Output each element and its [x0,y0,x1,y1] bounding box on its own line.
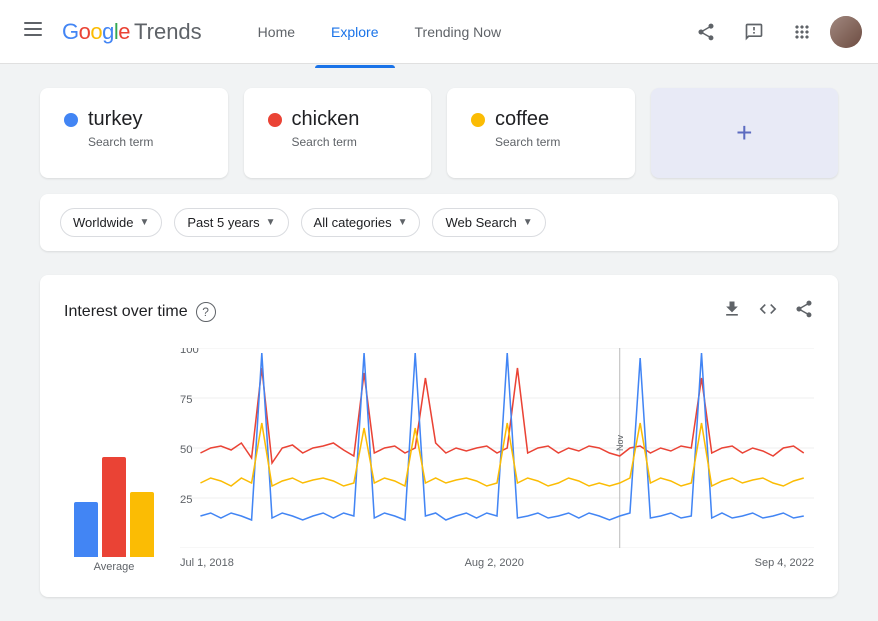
search-card-coffee[interactable]: coffee Search term [447,88,635,178]
svg-text:Nov: Nov [615,435,625,451]
filter-location-label: Worldwide [73,215,133,230]
card-label-coffee: Search term [495,135,611,149]
line-chart-svg: 100 75 50 25 Nov [180,348,814,548]
add-search-card[interactable]: + [651,88,839,178]
bars [74,437,154,557]
filter-location[interactable]: Worldwide ▼ [60,208,162,237]
header: Google Trends Home Explore Trending Now [0,0,878,64]
bar-turkey [74,502,98,557]
share-chart-button[interactable] [794,299,814,324]
apps-button[interactable] [782,12,822,52]
download-button[interactable] [722,299,742,324]
nav-home[interactable]: Home [242,16,311,48]
embed-button[interactable] [758,299,778,324]
filter-time-label: Past 5 years [187,215,259,230]
nav-explore[interactable]: Explore [315,16,394,48]
filter-type[interactable]: Web Search ▼ [432,208,545,237]
line-chart-area: 100 75 50 25 Nov Jul 1, 2018 [180,348,814,573]
hamburger-icon[interactable] [16,12,50,51]
svg-text:50: 50 [180,444,192,456]
chart-section: Interest over time ? [40,275,838,597]
chart-title-group: Interest over time ? [64,302,216,322]
search-card-chicken[interactable]: chicken Search term [244,88,432,178]
color-dot-turkey [64,113,78,127]
logo[interactable]: Google Trends [62,19,202,45]
logo-text: Google [62,19,130,45]
x-label-3: Sep 4, 2022 [755,557,814,569]
bar-coffee [130,492,154,557]
filter-category[interactable]: All categories ▼ [301,208,421,237]
filters-row: Worldwide ▼ Past 5 years ▼ All categorie… [40,194,838,251]
help-label: ? [202,305,209,319]
card-label-chicken: Search term [292,135,408,149]
nav-trending[interactable]: Trending Now [399,16,518,48]
card-term-chicken: chicken [292,108,360,131]
card-header-coffee: coffee [471,108,611,131]
feedback-button[interactable] [734,12,774,52]
average-bar-chart: Average [64,437,164,573]
svg-text:25: 25 [180,494,192,506]
card-term-coffee: coffee [495,108,549,131]
color-dot-coffee [471,113,485,127]
chart-actions [722,299,814,324]
x-label-2: Aug 2, 2020 [465,557,524,569]
main-nav: Home Explore Trending Now [242,16,517,48]
header-left: Google Trends [16,12,202,51]
avatar[interactable] [830,16,862,48]
search-cards-container: turkey Search term chicken Search term c… [40,88,838,178]
bar-chart-label: Average [94,561,135,573]
chevron-down-icon: ▼ [139,217,149,228]
chart-x-labels: Jul 1, 2018 Aug 2, 2020 Sep 4, 2022 [180,553,814,573]
card-label-turkey: Search term [88,135,204,149]
x-label-1: Jul 1, 2018 [180,557,234,569]
chart-title: Interest over time [64,303,188,321]
svg-text:100: 100 [180,348,199,356]
card-header-turkey: turkey [64,108,204,131]
search-card-turkey[interactable]: turkey Search term [40,88,228,178]
svg-text:75: 75 [180,394,192,406]
main-content: turkey Search term chicken Search term c… [0,64,878,621]
add-icon: + [736,117,752,149]
help-icon[interactable]: ? [196,302,216,322]
header-actions [686,12,862,52]
logo-trends-text: Trends [134,19,202,45]
card-term-turkey: turkey [88,108,142,131]
chevron-down-icon: ▼ [398,217,408,228]
color-dot-chicken [268,113,282,127]
chart-header: Interest over time ? [64,299,814,324]
filter-type-label: Web Search [445,215,516,230]
chevron-down-icon: ▼ [266,217,276,228]
bar-chicken [102,457,126,557]
filter-category-label: All categories [314,215,392,230]
chart-container: Average 100 75 50 25 [64,348,814,573]
card-header-chicken: chicken [268,108,408,131]
share-button[interactable] [686,12,726,52]
chevron-down-icon: ▼ [523,217,533,228]
filter-time[interactable]: Past 5 years ▼ [174,208,288,237]
